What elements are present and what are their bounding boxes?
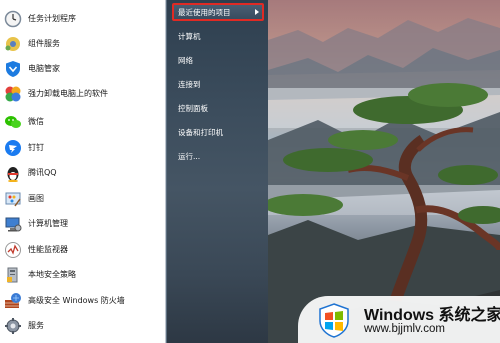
program-label: 腾讯QQ — [28, 168, 57, 177]
services-gear-icon — [4, 317, 22, 335]
program-label: 组件服务 — [28, 39, 60, 48]
place-devices-and-printers[interactable]: 设备和打印机 — [175, 123, 261, 141]
place-run[interactable]: 运行... — [175, 147, 261, 165]
firewall-icon — [4, 292, 22, 310]
place-label: 最近使用的项目 — [178, 7, 231, 17]
program-item-dingtalk[interactable]: 钉钉 — [0, 135, 166, 160]
program-label: 微信 — [28, 117, 44, 126]
program-item-services[interactable]: 服务 — [0, 313, 166, 338]
place-label: 设备和打印机 — [178, 127, 223, 137]
program-label: 强力卸载电脑上的软件 — [28, 89, 108, 98]
watermark-url: www.bjjmlv.com — [364, 323, 445, 335]
windows-logo-icon — [319, 303, 349, 338]
watermark-title: Windows 系统之家 — [364, 307, 500, 324]
program-label: 性能监视器 — [28, 245, 68, 254]
task-scheduler-icon — [4, 10, 22, 28]
program-label: 电脑管家 — [28, 64, 60, 73]
program-label: 钉钉 — [28, 143, 44, 152]
computer-management-icon — [4, 215, 22, 233]
place-connect-to[interactable]: 连接到 — [175, 75, 261, 93]
place-label: 网络 — [178, 55, 193, 65]
desktop-wallpaper — [268, 0, 500, 343]
place-label: 控制面板 — [178, 103, 208, 113]
program-item-local-security-policy[interactable]: 本地安全策略 — [0, 262, 166, 287]
place-label: 运行... — [178, 151, 201, 161]
program-item-pc-manager[interactable]: 电脑管家 — [0, 56, 166, 81]
performance-monitor-icon — [4, 241, 22, 259]
program-label: 计算机管理 — [28, 219, 68, 228]
program-item-computer-management[interactable]: 计算机管理 — [0, 211, 166, 236]
program-label: 服务 — [28, 321, 44, 330]
submenu-arrow-icon — [255, 9, 259, 15]
program-item-component-services[interactable]: 组件服务 — [0, 31, 166, 56]
place-control-panel[interactable]: 控制面板 — [175, 99, 261, 117]
program-item-paint[interactable]: 画图 — [0, 186, 166, 211]
start-menu-places-column: 最近使用的项目 计算机 网络 连接到 控制面板 设备和打印机 运行... — [166, 0, 268, 343]
start-menu-programs-list: 任务计划程序 组件服务 电脑管家 强力卸载电脑上的软件 微信 钉钉 腾讯QQ 画… — [0, 0, 166, 343]
dingtalk-icon — [4, 139, 22, 157]
program-item-task-scheduler[interactable]: 任务计划程序 — [0, 6, 166, 31]
place-label: 连接到 — [178, 79, 201, 89]
paint-icon — [4, 190, 22, 208]
program-item-qq[interactable]: 腾讯QQ — [0, 160, 166, 185]
program-item-uninstaller[interactable]: 强力卸载电脑上的软件 — [0, 81, 166, 106]
program-item-wechat[interactable]: 微信 — [0, 109, 166, 134]
place-recent-items[interactable]: 最近使用的项目 — [172, 3, 264, 21]
program-label: 任务计划程序 — [28, 14, 76, 23]
program-item-firewall[interactable]: 高级安全 Windows 防火墙 — [0, 288, 166, 313]
local-security-policy-icon — [4, 266, 22, 284]
wechat-icon — [4, 113, 22, 131]
program-label: 画图 — [28, 194, 44, 203]
place-label: 计算机 — [178, 31, 201, 41]
program-label: 本地安全策略 — [28, 270, 76, 279]
program-label: 高级安全 Windows 防火墙 — [28, 296, 125, 305]
uninstaller-icon — [4, 85, 22, 103]
place-computer[interactable]: 计算机 — [175, 27, 261, 45]
pc-manager-shield-icon — [4, 60, 22, 78]
site-watermark: Windows 系统之家 www.bjjmlv.com — [298, 296, 500, 343]
qq-penguin-icon — [4, 164, 22, 182]
program-item-performance-monitor[interactable]: 性能监视器 — [0, 237, 166, 262]
component-services-icon — [4, 35, 22, 53]
place-network[interactable]: 网络 — [175, 51, 261, 69]
